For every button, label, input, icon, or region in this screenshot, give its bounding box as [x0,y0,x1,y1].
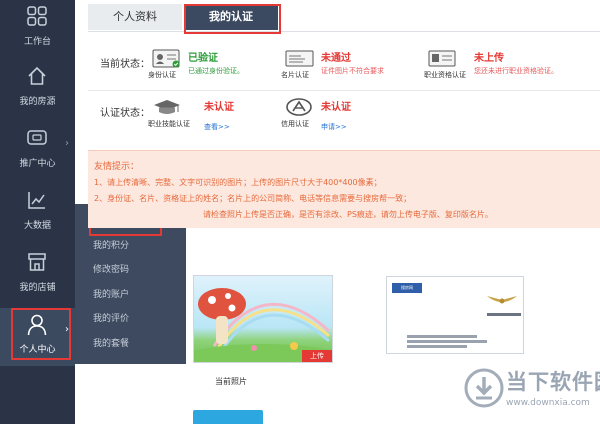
submit-button[interactable] [193,410,263,424]
highlight-box-nav [11,308,71,360]
download-logo-icon [464,368,504,408]
current-status-label: 当前状态： [100,59,150,70]
cert-professional-skill: 职业技能认证 未认证 查看>> [148,98,272,134]
apply-link[interactable]: 申请>> [321,122,347,132]
tab-bar: 个人资料 我的认证 [88,4,600,32]
grid-icon [27,6,47,26]
tips-panel: 友情提示： 1、请上传清晰、完整、文字可识别的图片；上传的图片尺寸大于400*4… [88,150,600,228]
card-text-line [407,345,467,348]
nav-item-my-listings[interactable]: 我的房源 [0,60,75,130]
view-link[interactable]: 查看>> [204,122,230,132]
tip-line: 2、身份证、名片、资格证上的姓名；名片上的公司简称、电话等信息需要与搜房帮一致； [94,194,412,203]
cert-note: 您还未进行职业资格验证。 [474,67,558,75]
id-card-icon [152,49,192,71]
cert-status: 未通过 [321,53,351,64]
graduation-cap-icon [152,98,192,120]
cert-note: 证件图片不符合要求 [321,67,384,75]
chart-icon [28,192,45,209]
nav-label: 我的店铺 [19,283,56,293]
nav-label: 大数据 [23,221,51,231]
cert-caption: 职业技能认证 [148,120,190,128]
card-text-line [407,340,487,343]
cert-status: 未认证 [321,102,351,113]
submenu-item-packages[interactable]: 我的套餐 [75,332,175,356]
credit-badge-icon [285,98,325,120]
certificate-icon [428,49,468,71]
nav-label: 我的房源 [19,97,56,107]
certification-status-label: 认证状态： [100,108,150,119]
watermark-brand: 当下软件园 [506,370,600,394]
nav-item-promotion[interactable]: 推广中心 › [0,122,75,192]
cert-credit: 信用认证 未认证 申请>> [281,98,405,134]
cert-professional-qualification: 职业资格认证 未上传 您还未进行职业资格验证。 [424,49,598,85]
card-text-line [407,335,477,338]
cert-identity: 身份认证 已验证 已通过身份验证。 [148,49,272,85]
sample-business-card[interactable]: 搜房网 [386,276,524,354]
tips-title: 友情提示： [94,162,140,172]
tab-profile[interactable]: 个人资料 [88,4,182,30]
divider [88,90,600,91]
watermark: 当下软件园 www.downxia.com [462,360,600,424]
house-icon [28,66,46,85]
watermark-url: www.downxia.com [506,398,590,408]
cert-business-card: 名片认证 未通过 证件图片不符合要求 [281,49,415,85]
submenu-item-points[interactable]: 我的积分 [75,234,175,258]
submenu-item-reviews[interactable]: 我的评价 [75,307,175,331]
screen-icon [27,130,47,145]
card-name-placeholder [487,313,521,316]
store-icon [28,253,46,271]
tip-line: 请检查照片上传是否正确，是否有涂改、PS痕迹，请勿上传电子版、复印版名片。 [203,210,493,219]
tip-line: 1、请上传清晰、完整、文字可识别的图片；上传的图片尺寸大于400*400像素； [94,178,382,187]
nav-label: 推广中心 [19,159,56,169]
wings-logo-icon [487,296,517,304]
submenu-item-account[interactable]: 我的账户 [75,283,175,307]
chevron-right-icon: › [65,138,69,149]
card-brand-badge: 搜房网 [392,283,422,293]
cert-status: 已验证 [188,53,218,64]
cert-status: 未认证 [204,102,234,113]
cert-note: 已通过身份验证。 [188,67,244,75]
sidebar: 工作台 我的房源 推广中心 › 大数据 我的店铺 个人中心 › [0,0,75,424]
sample-photo[interactable]: 上传 [193,275,333,363]
nav-item-big-data[interactable]: 大数据 [0,184,75,254]
photo-caption: 当前照片 [215,377,247,386]
cert-status: 未上传 [474,53,504,64]
nav-item-my-store[interactable]: 我的店铺 [0,246,75,316]
business-card-icon [285,49,325,71]
upload-tag[interactable]: 上传 [302,350,332,362]
submenu-item-change-password[interactable]: 修改密码 [75,258,175,282]
nav-label: 工作台 [23,37,51,47]
highlight-box-tab [184,4,281,34]
